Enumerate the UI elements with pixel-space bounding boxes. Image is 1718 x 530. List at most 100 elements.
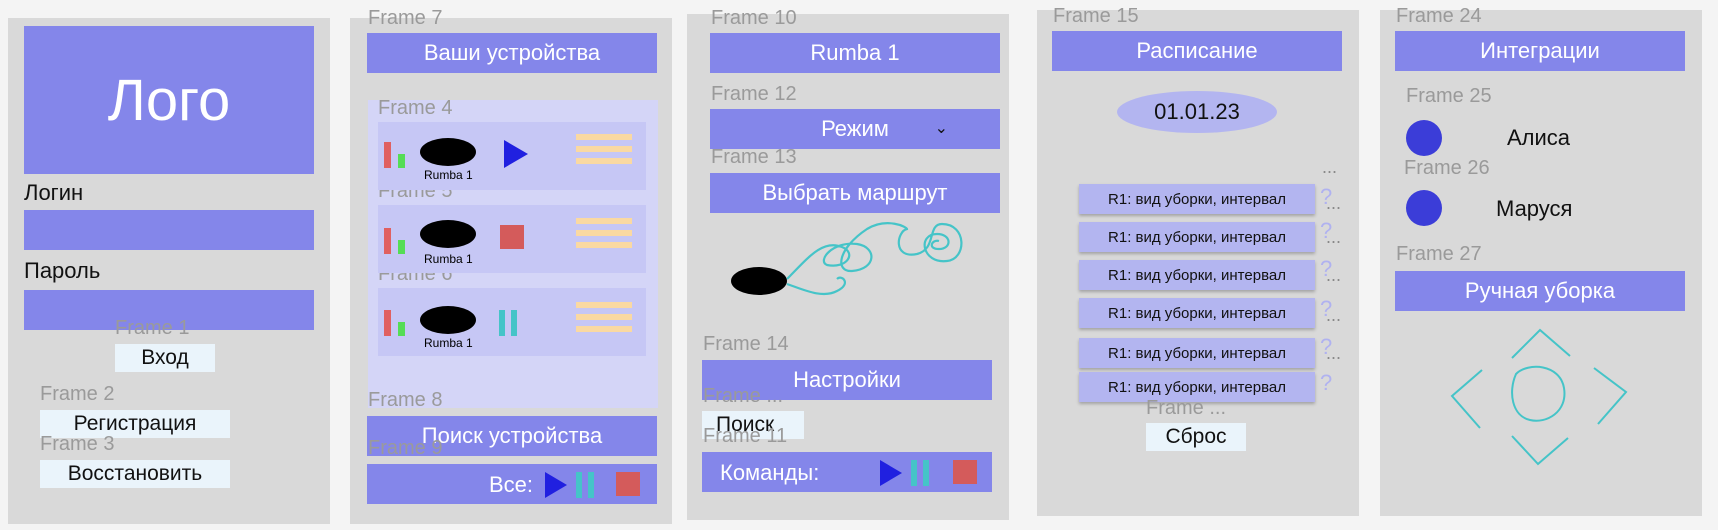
arrow-left-icon[interactable] — [1450, 369, 1483, 429]
battery-bar — [384, 142, 391, 168]
help-icon[interactable]: ? — [1320, 372, 1332, 394]
more-icon: ... — [1326, 227, 1342, 247]
pause-icon[interactable] — [588, 472, 594, 498]
schedule-item[interactable]: R1: вид уборки, интервал — [1079, 298, 1315, 328]
signal-bar — [398, 322, 405, 336]
marusya-label: Маруся — [1496, 196, 1573, 221]
pause-icon[interactable] — [499, 310, 505, 336]
frame-label: Frame 13 — [711, 146, 797, 168]
pause-icon[interactable] — [911, 460, 917, 486]
date-value: 01.01.23 — [1154, 99, 1240, 124]
choose-route-label: Выбрать маршрут — [762, 180, 948, 205]
schedule-item[interactable]: R1: вид уборки, интервал — [1079, 260, 1315, 290]
search-device-label: Поиск устройства — [421, 423, 603, 448]
login-button-label: Вход — [141, 346, 189, 369]
login-label: Логин — [24, 180, 84, 205]
schedule-item-text: R1: вид уборки, интервал — [1108, 190, 1286, 208]
devices-title: Ваши устройства — [367, 33, 657, 73]
menu-icon[interactable] — [576, 218, 632, 256]
frame-label: Frame 1 — [115, 317, 190, 339]
robot-icon — [420, 306, 476, 334]
play-icon[interactable] — [880, 460, 902, 486]
center-button-icon[interactable] — [1511, 365, 1566, 422]
reset-button-label: Сброс — [1165, 425, 1227, 448]
menu-icon[interactable] — [576, 302, 632, 340]
login-screen: Лого Логин Пароль Frame 1 Вход Frame 2 Р… — [8, 18, 330, 524]
integrations-screen: Frame 24 Интеграции Frame 25 Алиса Frame… — [1380, 6, 1702, 516]
frame-label: Frame 9 — [368, 437, 443, 459]
stop-icon[interactable] — [616, 472, 640, 496]
play-icon[interactable] — [504, 140, 528, 168]
devices-title-text: Ваши устройства — [423, 40, 601, 65]
arrow-down-icon[interactable] — [1511, 435, 1569, 466]
chevron-down-icon: ⌄ — [934, 120, 948, 137]
mode-select[interactable]: Режим ⌄ — [710, 109, 1000, 149]
pause-icon[interactable] — [576, 472, 582, 498]
play-icon[interactable] — [545, 472, 567, 498]
schedule-item[interactable]: R1: вид уборки, интервал — [1079, 222, 1315, 252]
frame-label: Frame 4 — [378, 97, 453, 119]
robot-icon — [731, 267, 787, 295]
reset-button[interactable]: Сброс — [1146, 423, 1246, 451]
alice-toggle[interactable] — [1406, 120, 1442, 156]
device-title-text: Rumba 1 — [810, 40, 900, 65]
route-map — [731, 222, 963, 296]
schedule-item[interactable]: R1: вид уборки, интервал — [1079, 338, 1315, 368]
more-icon: ... — [1326, 343, 1342, 363]
pause-icon[interactable] — [923, 460, 929, 486]
commands-bar: Команды: — [702, 452, 992, 492]
device-name: Rumba 1 — [424, 336, 473, 350]
route-path — [786, 276, 846, 296]
login-button[interactable]: Вход — [115, 344, 215, 372]
devices-screen: Frame 7 Ваши устройства Frame 4 Frame 5 … — [350, 8, 672, 524]
stop-icon[interactable] — [500, 225, 524, 249]
choose-route-button[interactable]: Выбрать маршрут — [710, 173, 1000, 213]
route-path — [786, 222, 963, 280]
schedule-item-text: R1: вид уборки, интервал — [1108, 344, 1286, 362]
device-name: Rumba 1 — [424, 168, 473, 182]
frame-label: Frame 11 — [703, 425, 788, 447]
frame-label: Frame ... — [1146, 397, 1227, 419]
frame-label: Frame 7 — [368, 7, 443, 29]
more-icon: ... — [1326, 193, 1342, 213]
manual-cleaning-label: Ручная уборка — [1464, 278, 1616, 303]
mode-select-value: Режим — [821, 116, 889, 141]
dpad — [1450, 328, 1628, 466]
logo-text: Лого — [107, 67, 231, 133]
pause-icon[interactable] — [511, 310, 517, 336]
frame-label: Frame 14 — [703, 333, 789, 355]
settings-button-label: Настройки — [793, 367, 901, 392]
all-devices-bar: Все: — [367, 464, 657, 504]
frame-label: Frame 3 — [40, 433, 115, 455]
login-field[interactable] — [24, 210, 314, 250]
menu-icon[interactable] — [576, 134, 632, 172]
schedule-item[interactable]: R1: вид уборки, интервал — [1079, 184, 1315, 214]
schedule-title: Расписание — [1052, 31, 1342, 71]
signal-bar — [398, 154, 405, 168]
frame-label: Frame 15 — [1053, 5, 1139, 27]
frame-label: Frame 12 — [711, 83, 797, 105]
restore-button[interactable]: Восстановить — [40, 460, 230, 488]
more-icon: ... — [1326, 265, 1342, 285]
integrations-title-text: Интеграции — [1480, 38, 1600, 63]
more-icon: ... — [1326, 305, 1342, 325]
schedule-item-text: R1: вид уборки, интервал — [1108, 378, 1286, 396]
schedule-item-text: R1: вид уборки, интервал — [1108, 266, 1286, 284]
stop-icon[interactable] — [953, 460, 977, 484]
robot-icon — [420, 220, 476, 248]
battery-bar — [384, 228, 391, 254]
arrow-up-icon[interactable] — [1511, 328, 1571, 359]
all-label: Все: — [489, 472, 534, 497]
robot-icon — [420, 138, 476, 166]
frame-label: Frame 27 — [1396, 243, 1482, 265]
arrow-right-icon[interactable] — [1593, 367, 1628, 425]
battery-bar — [384, 310, 391, 336]
manual-cleaning-button[interactable]: Ручная уборка — [1395, 271, 1685, 311]
date-picker[interactable]: 01.01.23 — [1117, 91, 1277, 133]
device-title: Rumba 1 — [710, 33, 1000, 73]
device-screen: Frame 10 Rumba 1 Frame 12 Режим ⌄ Frame … — [687, 8, 1009, 520]
frame-label: Frame 2 — [40, 383, 115, 405]
marusya-toggle[interactable] — [1406, 190, 1442, 226]
frame-label: Frame 10 — [711, 7, 797, 29]
frame-label: Frame ... — [703, 385, 784, 407]
